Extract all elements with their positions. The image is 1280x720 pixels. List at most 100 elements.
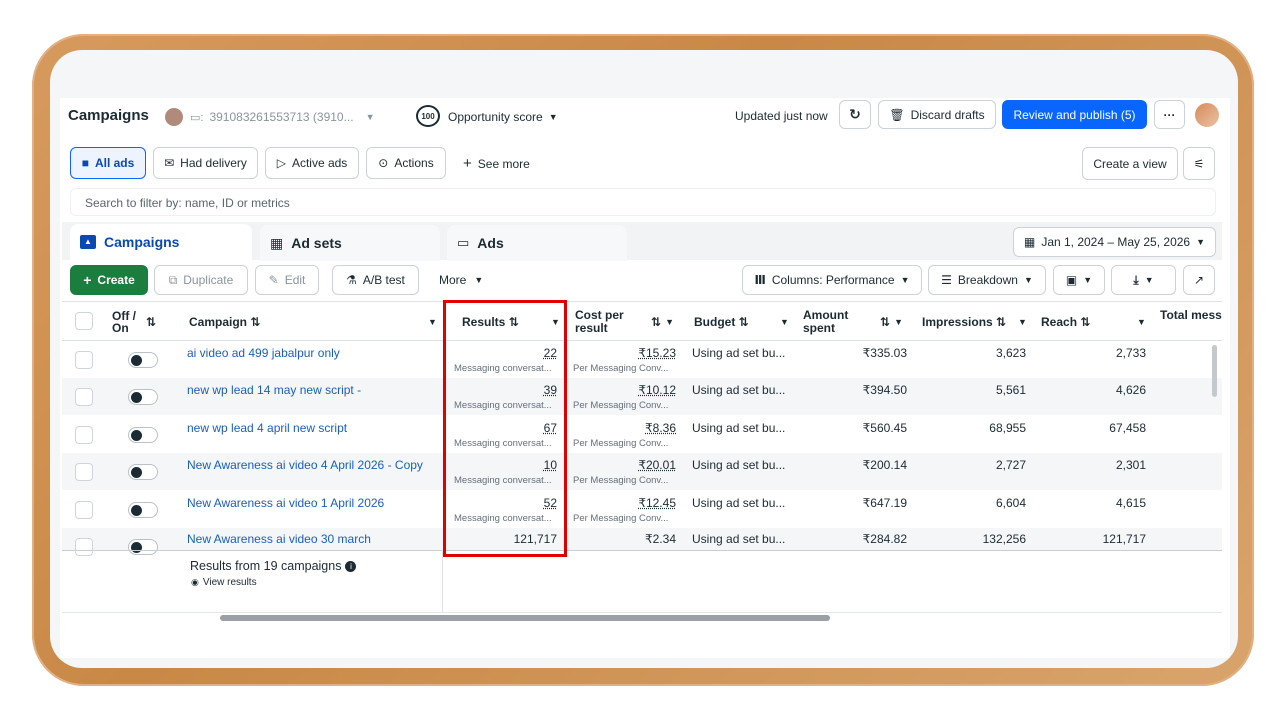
sort-icon[interactable]: ⇅ ▼: [651, 303, 674, 341]
tab-ad-sets-label: Ad sets: [291, 235, 342, 251]
ab-test-button[interactable]: ⚗ A/B test: [332, 265, 419, 295]
campaign-toggle[interactable]: [128, 352, 158, 368]
impressions-value: 2,727: [995, 458, 1026, 472]
reach-header-label: Reach: [1041, 315, 1078, 329]
campaign-name-link[interactable]: New Awareness ai video 4 April 2026 - Co…: [187, 458, 423, 472]
edit-button[interactable]: ✎ Edit: [255, 265, 319, 295]
discard-label: Discard drafts: [910, 107, 985, 122]
page-title: Campaigns: [68, 107, 149, 124]
tab-campaigns-label: Campaigns: [104, 234, 180, 250]
chevron-down-icon[interactable]: ▼: [1018, 303, 1027, 341]
tab-ad-sets[interactable]: ▦ Ad sets: [260, 225, 440, 261]
column-reach[interactable]: Reach ⇅: [1041, 303, 1090, 341]
create-view-button[interactable]: Create a view: [1082, 147, 1178, 180]
duplicate-button[interactable]: ⧉ Duplicate: [154, 265, 248, 295]
column-budget[interactable]: Budget ⇅: [694, 303, 749, 341]
see-more-label: See more: [477, 156, 530, 171]
sort-icon[interactable]: ⇅: [146, 303, 156, 341]
row-checkbox[interactable]: [75, 351, 93, 369]
filter-active-ads[interactable]: ▷ Active ads: [265, 147, 359, 179]
export-dropdown[interactable]: ⤓ ▼: [1111, 265, 1176, 295]
chevron-down-icon: ▼: [1023, 275, 1033, 285]
results-highlight-box: [443, 300, 567, 557]
sort-icon[interactable]: ⇅ ▼: [880, 303, 903, 341]
create-button[interactable]: + Create: [70, 265, 148, 295]
row-checkbox[interactable]: [75, 388, 93, 406]
duplicate-label: Duplicate: [183, 273, 234, 287]
campaign-toggle[interactable]: [128, 502, 158, 518]
chevron-down-icon[interactable]: ▼: [780, 303, 789, 341]
chevron-down-icon: ▼: [1144, 275, 1154, 285]
review-publish-button[interactable]: Review and publish (5): [1002, 100, 1147, 129]
campaign-name-link[interactable]: ai video ad 499 jabalpur only: [187, 346, 340, 360]
chevron-down-icon: ▼: [900, 275, 910, 285]
filter-had-delivery[interactable]: ✉ Had delivery: [153, 147, 258, 179]
campaign-name-link[interactable]: new wp lead 14 may new script -: [187, 383, 361, 397]
chart-button[interactable]: ↗: [1183, 265, 1215, 295]
filter-actions[interactable]: ⊙ Actions: [366, 147, 446, 179]
discard-drafts-button[interactable]: 🗑 Discard drafts: [878, 100, 996, 129]
date-range-picker[interactable]: ▦ Jan 1, 2024 – May 25, 2026 ▼: [1013, 227, 1216, 257]
column-impressions[interactable]: Impressions ⇅: [922, 303, 1006, 341]
user-avatar[interactable]: [1195, 103, 1219, 127]
actions-icon: ⊙: [378, 156, 389, 170]
column-campaign[interactable]: Campaign ⇅: [189, 303, 260, 341]
more-options-button[interactable]: ···: [1154, 100, 1185, 129]
select-all-checkbox[interactable]: [75, 312, 93, 330]
plus-icon: +: [83, 272, 92, 288]
campaign-name-link[interactable]: New Awareness ai video 30 march: [187, 532, 371, 546]
cost-per-result-value: ₹2.34: [645, 532, 676, 546]
opportunity-label: Opportunity score: [448, 110, 543, 124]
campaign-toggle[interactable]: [128, 389, 158, 405]
info-icon[interactable]: i: [345, 560, 357, 572]
column-divider: [442, 550, 443, 612]
chart-icon: ↗: [1193, 273, 1205, 287]
budget-value: Using ad set bu...: [692, 421, 786, 435]
row-checkbox[interactable]: [75, 426, 93, 444]
budget-value: Using ad set bu...: [692, 496, 786, 510]
amount-spent-value: ₹284.82: [862, 532, 907, 546]
column-total-messaging[interactable]: Total messaging.: [1160, 303, 1222, 341]
tab-ads[interactable]: ▭ Ads: [447, 225, 627, 261]
reach-value: 4,626: [1115, 383, 1146, 397]
opportunity-score-dropdown[interactable]: Opportunity score ▼: [448, 110, 558, 124]
create-view-label: Create a view: [1093, 156, 1167, 171]
columns-label: Columns: Performance: [771, 273, 895, 287]
cost-subtitle: Per Messaging Conv...: [573, 363, 669, 374]
column-amount-spent[interactable]: Amount spent: [803, 303, 863, 341]
impressions-value: 5,561: [995, 383, 1026, 397]
cost-subtitle: Per Messaging Conv...: [573, 475, 669, 486]
chevron-down-icon[interactable]: ▼: [1137, 303, 1146, 341]
actions-label: Actions: [394, 156, 434, 170]
campaign-toggle[interactable]: [128, 427, 158, 443]
row-checkbox[interactable]: [75, 538, 93, 556]
reports-icon: ▣: [1065, 273, 1078, 287]
impressions-value: 68,955: [989, 421, 1026, 435]
campaign-name-link[interactable]: New Awareness ai video 1 April 2026: [187, 496, 384, 510]
campaign-name-link[interactable]: new wp lead 4 april new script: [187, 421, 347, 435]
view-results-link[interactable]: ◉ View results: [191, 577, 257, 588]
account-icon: ▭:: [190, 111, 204, 124]
filter-all-ads[interactable]: ■ All ads: [70, 147, 146, 179]
search-input[interactable]: Search to filter by: name, ID or metrics: [70, 188, 1216, 216]
breakdown-dropdown[interactable]: ☰ Breakdown ▼: [928, 265, 1046, 295]
chevron-down-icon: ▼: [1083, 275, 1093, 285]
horizontal-scrollbar[interactable]: [220, 615, 830, 621]
see-more-link[interactable]: + See more: [463, 155, 530, 172]
amount-spent-value: ₹647.19: [862, 496, 907, 510]
account-selector[interactable]: ▭: 391083261553713 (3910... ▼: [190, 102, 400, 132]
more-dropdown[interactable]: More ▼: [439, 273, 483, 287]
filter-settings-button[interactable]: ⚟: [1183, 147, 1215, 180]
chevron-down-icon[interactable]: ▼: [428, 303, 437, 341]
refresh-button[interactable]: ↻: [839, 100, 871, 129]
refresh-icon: ↻: [849, 106, 861, 122]
vertical-scrollbar[interactable]: [1212, 345, 1217, 397]
column-cost-per-result[interactable]: Cost per result: [575, 303, 635, 341]
campaign-toggle[interactable]: [128, 464, 158, 480]
campaign-toggle[interactable]: [128, 539, 158, 555]
row-checkbox[interactable]: [75, 463, 93, 481]
tab-campaigns[interactable]: ▲ Campaigns: [70, 224, 252, 260]
reports-dropdown[interactable]: ▣ ▼: [1053, 265, 1105, 295]
row-checkbox[interactable]: [75, 501, 93, 519]
columns-dropdown[interactable]: Ⅲ Columns: Performance ▼: [742, 265, 922, 295]
